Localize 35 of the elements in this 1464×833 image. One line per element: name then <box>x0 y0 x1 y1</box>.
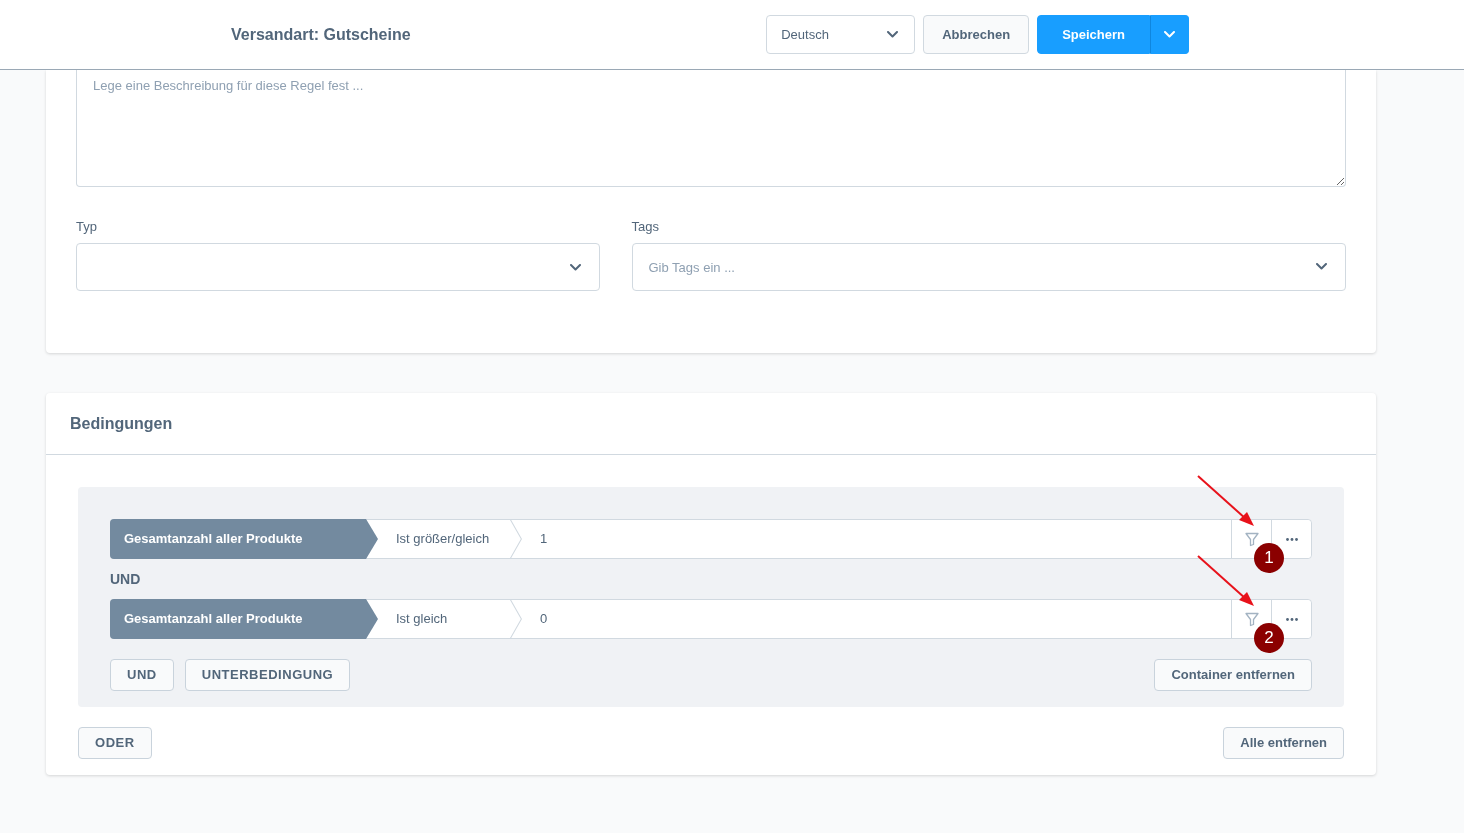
more-icon <box>1285 617 1298 621</box>
tags-select[interactable]: Gib Tags ein ... <box>631 243 1346 291</box>
value-input[interactable]: 0 <box>522 600 1231 638</box>
more-icon <box>1285 537 1298 541</box>
funnel-icon <box>1244 611 1259 627</box>
or-button[interactable]: ODER <box>78 727 152 759</box>
funnel-icon <box>1244 531 1259 547</box>
and-button[interactable]: UND <box>110 659 174 691</box>
operator-select[interactable]: Ist gleich <box>378 600 522 638</box>
number-marker: 1 <box>1254 543 1284 573</box>
chevron-down-icon <box>887 31 899 38</box>
more-button[interactable] <box>1271 520 1311 558</box>
remove-container-button[interactable]: Container entfernen <box>1154 659 1312 691</box>
remove-all-button[interactable]: Alle entfernen <box>1223 727 1344 759</box>
cancel-button[interactable]: Abbrechen <box>923 15 1030 54</box>
connector-label: UND <box>110 570 141 588</box>
chevron-down-icon <box>1164 31 1175 38</box>
condition-field-select[interactable]: Gesamtanzahl aller Produkte <box>110 599 378 639</box>
description-field[interactable]: Lege eine Beschreibung für diese Regel fest ... <box>76 70 1346 187</box>
field-label: Typ <box>76 219 98 235</box>
card-title: Bedingungen <box>70 413 173 434</box>
more-button[interactable] <box>1271 600 1311 638</box>
value-input[interactable]: 1 <box>522 520 1231 558</box>
field-label: Tags <box>631 219 660 235</box>
operator-select[interactable]: Ist größer/gleich <box>378 520 522 558</box>
condition-field-select[interactable]: Gesamtanzahl aller Produkte <box>110 519 378 559</box>
chevron-down-icon <box>1316 263 1327 270</box>
save-options-button[interactable] <box>1150 15 1189 54</box>
arrow-icon <box>1196 474 1256 528</box>
number-marker: 2 <box>1254 623 1284 653</box>
language-select[interactable]: Deutsch <box>766 15 916 54</box>
subcondition-button[interactable]: UNTERBEDINGUNG <box>184 659 351 691</box>
arrow-icon <box>1196 554 1256 608</box>
chevron-down-icon <box>569 263 581 271</box>
page-title: Versandart: Gutscheine <box>231 24 411 45</box>
